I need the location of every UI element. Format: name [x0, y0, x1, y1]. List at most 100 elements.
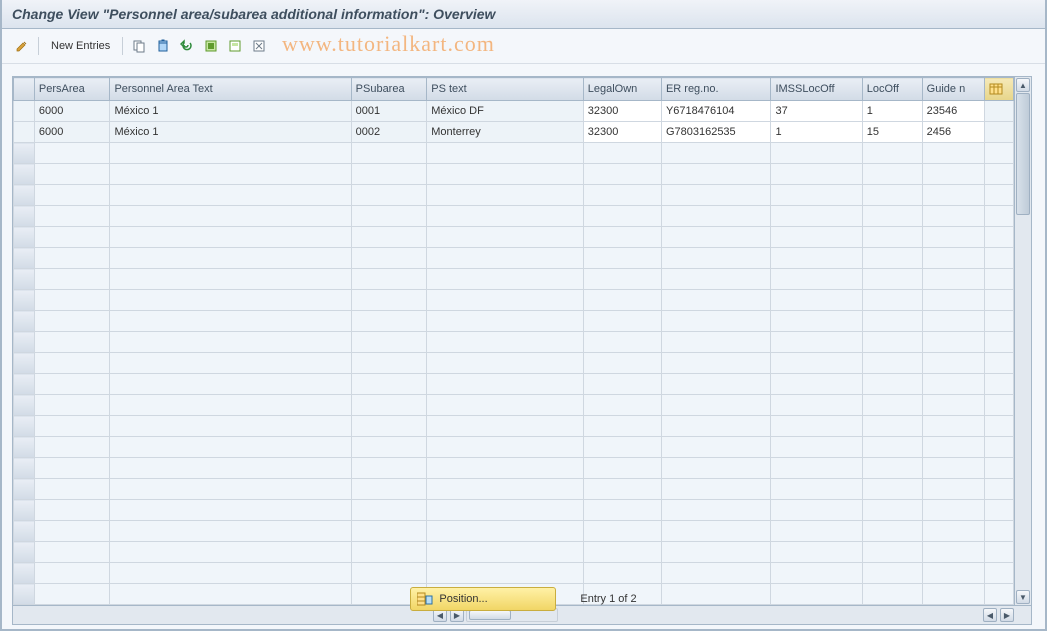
col-PSubarea[interactable]: PSubarea [351, 78, 427, 101]
cell-empty [862, 311, 922, 332]
cell-LocOff[interactable]: 15 [862, 122, 922, 143]
cell-LegalOwn[interactable]: 32300 [583, 122, 661, 143]
cell-empty [583, 269, 661, 290]
row-selector[interactable] [14, 395, 35, 416]
position-button[interactable]: Position... [410, 587, 556, 611]
table-row-empty[interactable] [14, 332, 1014, 353]
table-row-empty[interactable] [14, 143, 1014, 164]
row-selector[interactable] [14, 101, 35, 122]
select-block-icon[interactable] [225, 36, 245, 56]
hscroll-thumb[interactable] [469, 610, 511, 620]
row-selector[interactable] [14, 248, 35, 269]
cell-empty [583, 164, 661, 185]
scroll-thumb[interactable] [1016, 93, 1030, 215]
cell-empty [427, 542, 583, 563]
cell-Guide[interactable]: 2456 [922, 122, 985, 143]
row-tail [985, 479, 1014, 500]
row-selector[interactable] [14, 416, 35, 437]
corner-cell[interactable] [14, 78, 35, 101]
scroll-up-icon[interactable]: ▲ [1016, 78, 1030, 92]
new-entries-button[interactable]: New Entries [45, 38, 116, 54]
cell-empty [351, 395, 427, 416]
col-Guide[interactable]: Guide n [922, 78, 985, 101]
data-table: PersArea Personnel Area Text PSubarea PS… [13, 77, 1014, 605]
col-LocOff[interactable]: LocOff [862, 78, 922, 101]
row-selector[interactable] [14, 437, 35, 458]
table-row-empty[interactable] [14, 185, 1014, 206]
table-row-empty[interactable] [14, 353, 1014, 374]
table-row-empty[interactable] [14, 521, 1014, 542]
cell-empty [922, 248, 985, 269]
row-selector[interactable] [14, 143, 35, 164]
page-title-text: Change View "Personnel area/subarea addi… [12, 6, 495, 22]
table-row-empty[interactable] [14, 269, 1014, 290]
scroll-track[interactable] [1015, 93, 1031, 589]
cell-empty [110, 353, 351, 374]
cell-ERregno[interactable]: Y6718476104 [661, 101, 771, 122]
row-tail [985, 311, 1014, 332]
row-selector[interactable] [14, 521, 35, 542]
cell-LegalOwn[interactable]: 32300 [583, 101, 661, 122]
deselect-all-icon[interactable] [249, 36, 269, 56]
vertical-scrollbar[interactable]: ▲ ▼ [1014, 77, 1031, 605]
col-PersArea[interactable]: PersArea [34, 78, 110, 101]
col-PersonnelAreaText[interactable]: Personnel Area Text [110, 78, 351, 101]
row-selector[interactable] [14, 290, 35, 311]
select-all-icon[interactable] [201, 36, 221, 56]
undo-icon[interactable] [177, 36, 197, 56]
table-row-empty[interactable] [14, 416, 1014, 437]
table-row-empty[interactable] [14, 542, 1014, 563]
row-selector[interactable] [14, 500, 35, 521]
cell-IMSSLocOff[interactable]: 37 [771, 101, 862, 122]
col-PStext[interactable]: PS text [427, 78, 583, 101]
cell-empty [922, 353, 985, 374]
table-row-empty[interactable] [14, 374, 1014, 395]
table-row-empty[interactable] [14, 500, 1014, 521]
row-selector[interactable] [14, 353, 35, 374]
table-row-empty[interactable] [14, 458, 1014, 479]
col-ERregno[interactable]: ER reg.no. [661, 78, 771, 101]
toggle-display-change-icon[interactable] [12, 36, 32, 56]
table-row[interactable]: 6000México 10002Monterrey32300G780316253… [14, 122, 1014, 143]
row-selector[interactable] [14, 269, 35, 290]
table-row-empty[interactable] [14, 248, 1014, 269]
col-IMSSLocOff[interactable]: IMSSLocOff [771, 78, 862, 101]
table-row-empty[interactable] [14, 395, 1014, 416]
row-selector[interactable] [14, 227, 35, 248]
row-selector[interactable] [14, 185, 35, 206]
table-row-empty[interactable] [14, 164, 1014, 185]
copy-as-icon[interactable] [129, 36, 149, 56]
col-LegalOwn[interactable]: LegalOwn [583, 78, 661, 101]
table-row-empty[interactable] [14, 206, 1014, 227]
row-selector[interactable] [14, 458, 35, 479]
table-config-button[interactable] [985, 78, 1014, 101]
cell-empty [771, 353, 862, 374]
row-selector[interactable] [14, 332, 35, 353]
table-row-empty[interactable] [14, 311, 1014, 332]
row-selector[interactable] [14, 563, 35, 584]
table-row-empty[interactable] [14, 563, 1014, 584]
table-row-empty[interactable] [14, 479, 1014, 500]
cell-IMSSLocOff[interactable]: 1 [771, 122, 862, 143]
row-selector[interactable] [14, 542, 35, 563]
row-selector[interactable] [14, 479, 35, 500]
row-selector[interactable] [14, 164, 35, 185]
row-selector[interactable] [14, 206, 35, 227]
cell-empty [583, 332, 661, 353]
cell-LocOff[interactable]: 1 [862, 101, 922, 122]
row-selector[interactable] [14, 122, 35, 143]
row-selector[interactable] [14, 311, 35, 332]
cell-empty [862, 143, 922, 164]
cell-Guide[interactable]: 23546 [922, 101, 985, 122]
table-row-empty[interactable] [14, 227, 1014, 248]
table-row-empty[interactable] [14, 290, 1014, 311]
cell-empty [427, 458, 583, 479]
table-row[interactable]: 6000México 10001México DF32300Y671847610… [14, 101, 1014, 122]
row-selector[interactable] [14, 374, 35, 395]
delete-icon[interactable] [153, 36, 173, 56]
cell-empty [351, 437, 427, 458]
table-row-empty[interactable] [14, 437, 1014, 458]
cell-empty [34, 479, 110, 500]
cell-ERregno[interactable]: G7803162535 [661, 122, 771, 143]
cell-empty [862, 332, 922, 353]
